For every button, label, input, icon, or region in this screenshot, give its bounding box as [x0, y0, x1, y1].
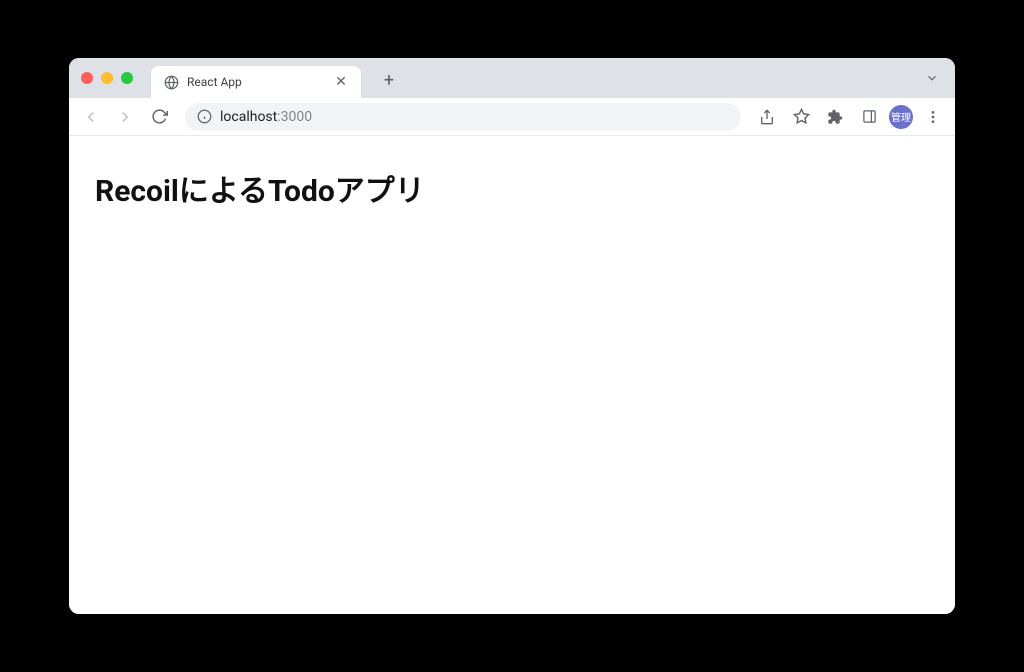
back-button[interactable] [77, 103, 105, 131]
reload-button[interactable] [145, 103, 173, 131]
avatar-label: 管理 [891, 109, 911, 124]
tabs-dropdown-button[interactable] [925, 70, 939, 89]
site-info-icon[interactable] [197, 109, 212, 124]
address-bar[interactable]: localhost:3000 [185, 103, 741, 131]
close-tab-button[interactable]: ✕ [333, 74, 349, 90]
page-content: RecoilによるTodoアプリ [69, 136, 955, 614]
profile-avatar[interactable]: 管理 [889, 105, 913, 129]
browser-tab[interactable]: React App ✕ [151, 66, 361, 98]
share-button[interactable] [753, 103, 781, 131]
url-host: localhost [220, 109, 277, 125]
globe-icon [163, 74, 179, 90]
page-title: RecoilによるTodoアプリ [95, 166, 929, 210]
titlebar: React App ✕ + [69, 58, 955, 98]
bookmark-button[interactable] [787, 103, 815, 131]
url-port: :3000 [277, 109, 312, 125]
close-window-button[interactable] [81, 72, 93, 84]
side-panel-button[interactable] [855, 103, 883, 131]
toolbar: localhost:3000 管理 [69, 98, 955, 136]
browser-window: React App ✕ + localhost:3000 [69, 58, 955, 614]
menu-button[interactable] [919, 103, 947, 131]
minimize-window-button[interactable] [101, 72, 113, 84]
window-controls [81, 72, 133, 84]
tab-title: React App [187, 75, 325, 89]
extensions-button[interactable] [821, 103, 849, 131]
url-text: localhost:3000 [220, 109, 312, 125]
forward-button[interactable] [111, 103, 139, 131]
maximize-window-button[interactable] [121, 72, 133, 84]
new-tab-button[interactable]: + [377, 70, 401, 91]
